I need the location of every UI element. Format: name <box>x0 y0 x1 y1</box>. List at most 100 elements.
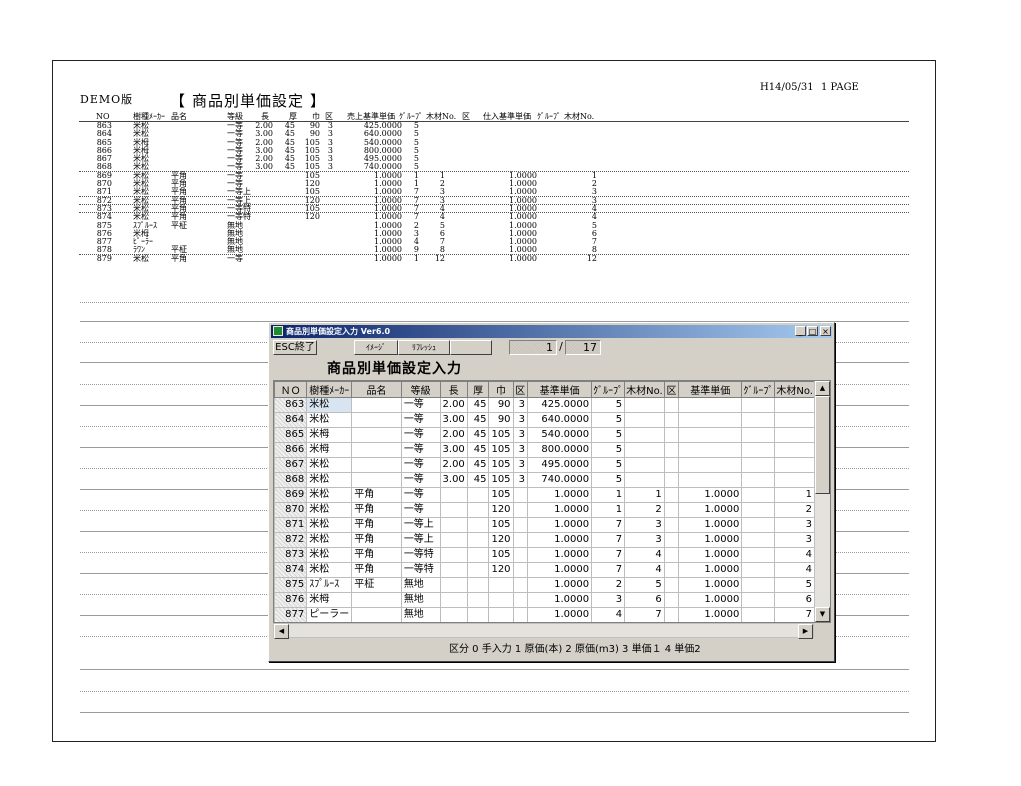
grid-cell-grade[interactable]: 一等 <box>400 427 441 443</box>
grid-cell-length[interactable] <box>439 592 468 608</box>
grid-cell-thick[interactable]: 45 <box>466 397 490 413</box>
grid-cell-wood[interactable]: 3 <box>624 517 665 533</box>
grid-cell-price[interactable]: 495.0000 <box>527 457 593 473</box>
grid-cell-buy-wood[interactable]: 1 <box>774 487 815 503</box>
grid-cell-thick[interactable]: 45 <box>466 457 490 473</box>
grid-cell-name[interactable]: 平角 <box>351 517 402 533</box>
grid-cell-ku[interactable] <box>512 502 529 518</box>
grid-column-header[interactable]: 厚 <box>466 381 490 398</box>
grid-cell-name[interactable]: 平角 <box>351 562 402 578</box>
grid-cell-maker[interactable]: ｽﾌﾟﾙｰｽ <box>306 577 353 593</box>
grid-cell-buy-wood[interactable]: 4 <box>774 562 815 578</box>
grid-cell-grade[interactable]: 一等 <box>400 397 441 413</box>
grid-cell-price[interactable]: 1.0000 <box>527 502 593 518</box>
esc-exit-button[interactable]: ESC終了 <box>273 340 317 355</box>
grid-cell-wood[interactable]: 4 <box>624 562 665 578</box>
grid-column-header[interactable]: 品名 <box>351 381 402 398</box>
grid-cell-grade[interactable]: 一等 <box>400 487 441 503</box>
grid-cell-buy-price[interactable] <box>678 412 743 428</box>
grid-cell-thick[interactable] <box>466 577 490 593</box>
grid-cell-length[interactable]: 2.00 <box>439 457 468 473</box>
grid-cell-grade[interactable]: 一等特 <box>400 562 441 578</box>
grid-cell-buy-price[interactable]: 1.0000 <box>678 562 743 578</box>
grid-cell-buy-price[interactable] <box>678 472 743 488</box>
grid-cell-name[interactable]: 平角 <box>351 487 402 503</box>
grid-row[interactable]: 869 米松 平角 一等 105 1.0000 1 1 1.0000 1 <box>274 487 815 503</box>
grid-cell-width[interactable]: 120 <box>488 532 514 548</box>
grid-row[interactable]: 877 ピーラー 無地 1.0000 4 7 1.0000 7 <box>274 607 815 622</box>
grid-cell-length[interactable] <box>439 562 468 578</box>
grid-cell-ku[interactable] <box>512 562 529 578</box>
grid-cell-ku[interactable]: 3 <box>512 442 529 458</box>
minimize-button[interactable]: _ <box>795 326 806 336</box>
grid-cell-group[interactable]: 7 <box>591 532 626 548</box>
grid-cell-length[interactable]: 3.00 <box>439 442 468 458</box>
grid-cell-maker[interactable]: 米松 <box>306 412 353 428</box>
grid-cell-grade[interactable]: 一等 <box>400 457 441 473</box>
grid-row[interactable]: 868 米松 一等 3.00 45 105 3 740.0000 5 <box>274 472 815 488</box>
grid-cell-wood[interactable]: 4 <box>624 547 665 563</box>
grid-row[interactable]: 872 米松 平角 一等上 120 1.0000 7 3 1.0000 3 <box>274 532 815 548</box>
grid-cell-group[interactable]: 5 <box>591 397 626 413</box>
grid-cell-buy-price[interactable]: 1.0000 <box>678 577 743 593</box>
grid-cell-ku2[interactable] <box>663 427 680 443</box>
grid-cell-group[interactable]: 2 <box>591 577 626 593</box>
grid-cell-name[interactable] <box>351 592 402 608</box>
grid-cell-buy-group[interactable] <box>741 502 776 518</box>
grid-row[interactable]: 870 米松 平角 一等 120 1.0000 1 2 1.0000 2 <box>274 502 815 518</box>
grid-cell-maker[interactable]: 米松 <box>306 562 353 578</box>
grid-cell-buy-price[interactable] <box>678 397 743 413</box>
close-button[interactable]: × <box>820 326 831 336</box>
grid-cell-buy-wood[interactable]: 4 <box>774 547 815 563</box>
grid-cell-buy-group[interactable] <box>741 607 776 622</box>
grid-cell-buy-group[interactable] <box>741 577 776 593</box>
grid-cell-buy-wood[interactable]: 3 <box>774 517 815 533</box>
grid-cell-width[interactable]: 120 <box>488 502 514 518</box>
grid-cell-ku2[interactable] <box>663 532 680 548</box>
grid-cell-thick[interactable]: 45 <box>466 442 490 458</box>
grid-column-header[interactable]: 基準単価 <box>527 381 593 398</box>
grid-cell-price[interactable]: 1.0000 <box>527 532 593 548</box>
grid-cell-ku2[interactable] <box>663 472 680 488</box>
grid-cell-wood[interactable]: 3 <box>624 532 665 548</box>
grid-cell-group[interactable]: 1 <box>591 487 626 503</box>
grid-cell-name[interactable]: 平柾 <box>351 577 402 593</box>
grid-cell-ku[interactable]: 3 <box>512 397 529 413</box>
toolbar-blank-button[interactable] <box>450 340 492 355</box>
grid-cell-buy-price[interactable]: 1.0000 <box>678 607 743 622</box>
grid-cell-group[interactable]: 5 <box>591 427 626 443</box>
grid-cell-maker[interactable]: 米栂 <box>306 442 353 458</box>
grid-cell-wood[interactable] <box>624 397 665 413</box>
grid-cell-ku[interactable] <box>512 607 529 622</box>
grid-cell-ku[interactable] <box>512 577 529 593</box>
grid-row[interactable]: 871 米松 平角 一等上 105 1.0000 7 3 1.0000 3 <box>274 517 815 533</box>
grid-row[interactable]: 876 米栂 無地 1.0000 3 6 1.0000 6 <box>274 592 815 608</box>
grid-cell-ku2[interactable] <box>663 607 680 622</box>
grid-cell-buy-price[interactable]: 1.0000 <box>678 517 743 533</box>
grid-cell-price[interactable]: 1.0000 <box>527 547 593 563</box>
grid-cell-buy-wood[interactable] <box>774 397 815 413</box>
grid-cell-thick[interactable]: 45 <box>466 472 490 488</box>
grid-row[interactable]: 867 米松 一等 2.00 45 105 3 495.0000 5 <box>274 457 815 473</box>
grid-column-header[interactable]: 区 <box>512 381 529 398</box>
grid-cell-grade[interactable]: 無地 <box>400 607 441 622</box>
grid-cell-wood[interactable] <box>624 457 665 473</box>
grid-cell-wood[interactable]: 6 <box>624 592 665 608</box>
grid-cell-name[interactable] <box>351 442 402 458</box>
grid-cell-wood[interactable] <box>624 412 665 428</box>
grid-cell-maker[interactable]: 米栂 <box>306 427 353 443</box>
grid-row[interactable]: 864 米松 一等 3.00 45 90 3 640.0000 5 <box>274 412 815 428</box>
grid-cell-ku2[interactable] <box>663 577 680 593</box>
grid-cell-thick[interactable]: 45 <box>466 412 490 428</box>
grid-column-header[interactable]: 木材No. <box>624 381 665 398</box>
vertical-scrollbar[interactable]: ▲ ▼ <box>814 381 830 622</box>
grid-column-header[interactable]: 巾 <box>488 381 514 398</box>
grid-cell-length[interactable]: 3.00 <box>439 412 468 428</box>
grid-cell-buy-price[interactable] <box>678 442 743 458</box>
grid-cell-ku[interactable] <box>512 487 529 503</box>
grid-cell-ku[interactable] <box>512 592 529 608</box>
grid-column-header[interactable]: 区 <box>663 381 680 398</box>
grid-cell-thick[interactable] <box>466 487 490 503</box>
grid-cell-width[interactable] <box>488 577 514 593</box>
grid-cell-price[interactable]: 1.0000 <box>527 577 593 593</box>
